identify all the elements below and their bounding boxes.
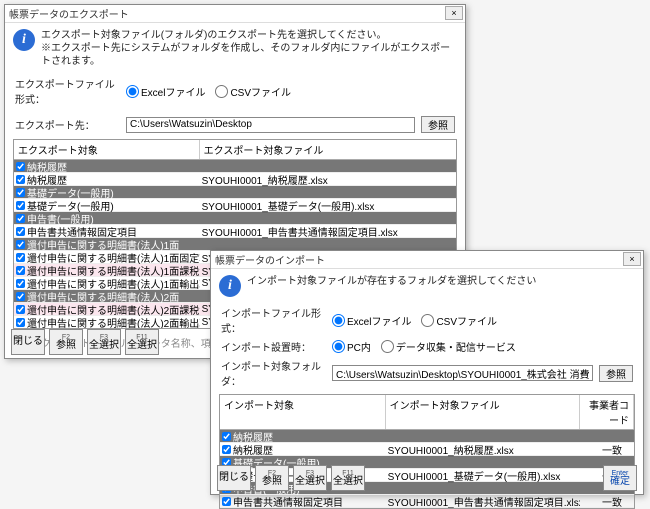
enter-button[interactable]: Enter確定 [603, 465, 637, 491]
f3-button[interactable]: F3全選択 [293, 465, 327, 491]
folder-label: インポート対象フォルダ： [221, 358, 326, 388]
close-button[interactable]: 閉じる [11, 329, 45, 355]
th-target: エクスポート対象 [14, 140, 200, 159]
radio-excel[interactable]: Excelファイル [332, 313, 411, 328]
close-icon[interactable]: × [445, 6, 463, 20]
info-icon: i [219, 275, 241, 297]
close-button[interactable]: 閉じる [217, 465, 251, 491]
row-checkbox[interactable] [16, 253, 25, 262]
f2-button[interactable]: F2参照 [255, 465, 289, 491]
info-text: インポート対象ファイルが存在するフォルダを選択してください [247, 275, 536, 288]
info-text: エクスポート対象ファイル(フォルダ)のエクスポート先を選択してください。 ※エク… [41, 29, 457, 68]
f11-button[interactable]: F11全選択 [125, 329, 159, 355]
radio-csv[interactable]: CSVファイル [215, 84, 291, 99]
row-checkbox[interactable] [16, 214, 25, 223]
th-file: エクスポート対象ファイル [200, 140, 456, 159]
radio-pc[interactable]: PC内 [332, 339, 371, 354]
row-checkbox[interactable] [16, 175, 25, 184]
row-checkbox[interactable] [16, 162, 25, 171]
row-checkbox[interactable] [16, 292, 25, 301]
import-table[interactable]: インポート対象 インポート対象ファイル 事業者コード 納税履歴納税履歴SYOUH… [219, 394, 635, 509]
dest-input[interactable] [126, 117, 415, 133]
format-label: エクスポートファイル形式： [15, 76, 120, 106]
window-title: 帳票データのエクスポート [9, 6, 129, 21]
f11-button[interactable]: F11全選択 [331, 465, 365, 491]
row-checkbox[interactable] [16, 266, 25, 275]
radio-excel[interactable]: Excelファイル [126, 84, 205, 99]
th-file: インポート対象ファイル [386, 395, 581, 429]
import-window: 帳票データのインポート × i インポート対象ファイルが存在するフォルダを選択し… [210, 250, 644, 495]
browse-button[interactable]: 参照 [599, 365, 633, 382]
th-code: 事業者コード [580, 395, 634, 429]
row-checkbox[interactable] [222, 445, 231, 454]
dest-label: エクスポート先： [15, 117, 120, 132]
row-checkbox[interactable] [16, 188, 25, 197]
f2-button[interactable]: F2参照 [49, 329, 83, 355]
th-target: インポート対象 [220, 395, 386, 429]
row-checkbox[interactable] [16, 279, 25, 288]
row-checkbox[interactable] [16, 318, 25, 327]
row-checkbox[interactable] [16, 201, 25, 210]
browse-button[interactable]: 参照 [421, 116, 455, 133]
window-title: 帳票データのインポート [215, 252, 325, 267]
row-checkbox[interactable] [222, 432, 231, 441]
close-icon[interactable]: × [623, 252, 641, 266]
titlebar[interactable]: 帳票データのインポート × [211, 251, 643, 269]
info-icon: i [13, 29, 35, 51]
row-checkbox[interactable] [222, 497, 231, 506]
row-checkbox[interactable] [16, 227, 25, 236]
f3-button[interactable]: F3全選択 [87, 329, 121, 355]
option-label: インポート設置時： [221, 339, 326, 354]
row-checkbox[interactable] [16, 305, 25, 314]
folder-input[interactable] [332, 365, 593, 381]
row-checkbox[interactable] [16, 240, 25, 249]
titlebar[interactable]: 帳票データのエクスポート × [5, 5, 465, 23]
format-label: インポートファイル形式： [221, 305, 326, 335]
radio-cloud[interactable]: データ収集・配信サービス [381, 339, 516, 354]
radio-csv[interactable]: CSVファイル [421, 313, 497, 328]
